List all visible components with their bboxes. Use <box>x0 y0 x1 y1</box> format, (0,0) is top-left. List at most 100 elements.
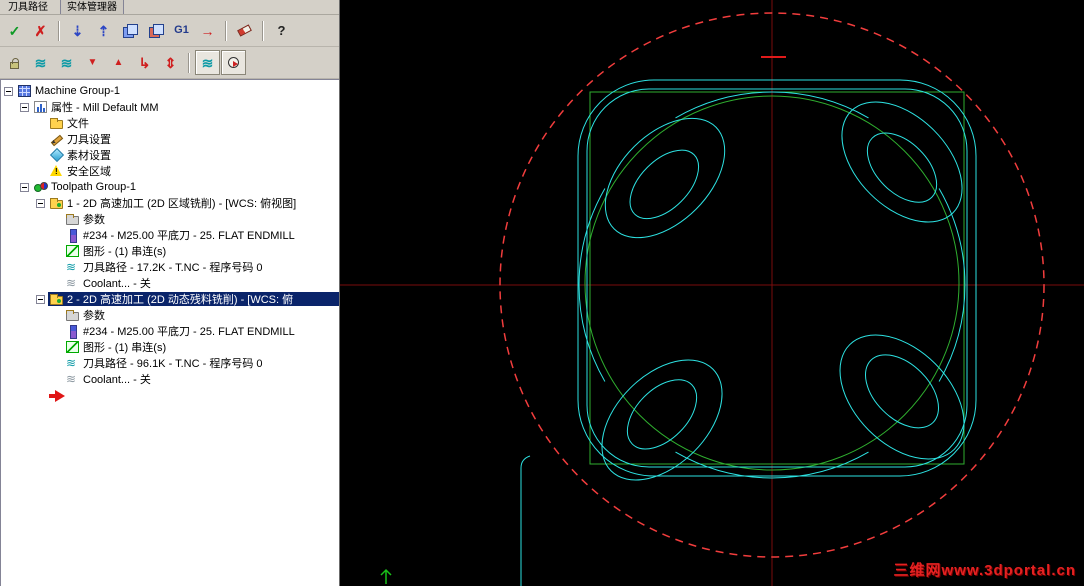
toolpath-icon <box>66 261 79 273</box>
properties-icon <box>34 101 47 113</box>
operations-toolbar: ✓ ✗ ⇣ ⇡ G1 → ? <box>0 15 339 47</box>
coolant-icon <box>66 277 79 289</box>
coolant-icon <box>66 373 79 385</box>
tree-item-toolpath-file-1[interactable]: 刀具路径 - 17.2K - T.NC - 程序号码 0 <box>1 259 339 275</box>
graphics-viewport[interactable]: 三维网www.3dportal.cn <box>340 0 1084 586</box>
tree-item-parameters-2[interactable]: 参数 <box>1 307 339 323</box>
move-insert-up-button[interactable]: ▲ <box>106 50 131 75</box>
collapse-box[interactable] <box>36 294 45 304</box>
collapse-box[interactable] <box>36 198 45 208</box>
collapse-box[interactable] <box>20 182 29 192</box>
manager-tabs: 刀具路径 实体管理器 <box>0 0 339 15</box>
backplot-icon <box>122 24 138 38</box>
operation-folder-icon <box>50 198 63 209</box>
insert-arrow[interactable] <box>49 390 339 402</box>
move-insert-down-button[interactable]: ▼ <box>80 50 105 75</box>
operations-tree: Machine Group-1 属性 - Mill Default MM 文件 … <box>0 79 339 586</box>
geometry-icon <box>66 341 79 353</box>
toolpath-waves-selected-icon: ≋ <box>60 54 73 71</box>
tree-item-operation-1[interactable]: 1 - 2D 高速加工 (2D 区域铣削) - [WCS: 俯视图] <box>1 195 339 211</box>
post-operations-button[interactable]: G1 <box>169 18 194 43</box>
application-window: 刀具路径 实体管理器 ✓ ✗ ⇣ ⇡ G1 → ? ≋ ≋ ▼ ▲ ↳ ⇕ ≋ … <box>0 0 1084 586</box>
toolpath-icon <box>66 357 79 369</box>
delete-eraser-icon <box>237 24 252 37</box>
lock-operations-button[interactable] <box>2 50 27 75</box>
watermark: 三维网www.3dportal.cn <box>893 562 1076 579</box>
parameters-icon <box>66 214 79 225</box>
tool-icon <box>66 229 79 243</box>
tool-icon <box>66 325 79 339</box>
tree-item-coolant-2[interactable]: Coolant... - 关 <box>1 371 339 387</box>
geometry-icon <box>66 245 79 257</box>
waves-boxed-icon: ≋ <box>201 54 214 71</box>
safety-zone-icon <box>50 165 63 177</box>
collapse-box[interactable] <box>20 102 29 112</box>
backplot-operations-button[interactable] <box>117 18 142 43</box>
collapse-box[interactable] <box>4 86 13 96</box>
regenerate-all-operations-button[interactable]: ⇡ <box>91 18 116 43</box>
scroll-insert-button[interactable]: ⇕ <box>158 50 183 75</box>
tree-item-parameters-1[interactable]: 参数 <box>1 211 339 227</box>
regenerate-selected-operations-button[interactable]: ⇣ <box>65 18 90 43</box>
check-icon: ✓ <box>8 22 21 39</box>
unselect-all-operations-button[interactable]: ✗ <box>28 18 53 43</box>
tree-item-properties[interactable]: 属性 - Mill Default MM <box>1 99 339 115</box>
tab-solids-manager-label: 实体管理器 <box>67 2 117 13</box>
tab-toolpaths[interactable]: 刀具路径 <box>2 0 54 14</box>
tree-item-toolpath-group[interactable]: Toolpath Group-1 <box>1 179 339 195</box>
tree-item-coolant-1[interactable]: Coolant... - 关 <box>1 275 339 291</box>
cross-icon: ✗ <box>34 22 47 39</box>
regenerate-all-icon: ⇡ <box>97 22 110 39</box>
tree-item-machine-group[interactable]: Machine Group-1 <box>1 83 339 99</box>
select-all-operations-button[interactable]: ✓ <box>2 18 27 43</box>
help-button[interactable]: ? <box>269 18 294 43</box>
tree-item-stock-setup[interactable]: 素材设置 <box>1 147 339 163</box>
toolpath-waves-icon: ≋ <box>34 54 47 71</box>
operation-folder-icon <box>50 294 63 305</box>
toggle-selected-display-button[interactable]: ≋ <box>54 50 79 75</box>
machine-group-icon <box>18 85 31 97</box>
move-insert-special-button[interactable]: ↳ <box>132 50 157 75</box>
tree-item-operation-2[interactable]: 2 - 2D 高速加工 (2D 动态残料铣削) - [WCS: 俯 <box>1 291 339 307</box>
tree-item-safety-zone[interactable]: 安全区域 <box>1 163 339 179</box>
circle-arrow-icon <box>228 57 239 68</box>
tool-settings-icon <box>50 133 63 145</box>
delete-operations-button[interactable] <box>232 18 257 43</box>
lock-icon <box>10 57 19 69</box>
tree-item-geometry-2[interactable]: 图形 - (1) 串连(s) <box>1 339 339 355</box>
up-down-arrow-icon: ⇕ <box>164 54 177 71</box>
folder-icon <box>50 118 63 129</box>
display-toolbar: ≋ ≋ ▼ ▲ ↳ ⇕ ≋ <box>0 47 339 79</box>
post-g1-icon: G1 <box>174 24 189 36</box>
verify-icon <box>148 24 164 38</box>
toolpath-drawing <box>340 0 1084 586</box>
insert-arrow-head <box>55 390 65 402</box>
verify-operations-button[interactable] <box>143 18 168 43</box>
highfeed-arrow-icon: → <box>200 22 215 39</box>
tree-item-tool-2[interactable]: #234 - M25.00 平底刀 - 25. FLAT ENDMILL <box>1 323 339 339</box>
toolbar-separator <box>225 20 227 41</box>
toolbar-separator <box>262 20 264 41</box>
stock-setup-icon <box>50 149 63 161</box>
highfeed-operations-button[interactable]: → <box>195 18 220 43</box>
tree-item-toolpath-file-2[interactable]: 刀具路径 - 96.1K - T.NC - 程序号码 0 <box>1 355 339 371</box>
tree-item-tool-1[interactable]: #234 - M25.00 平底刀 - 25. FLAT ENDMILL <box>1 227 339 243</box>
tree-item-tool-settings[interactable]: 刀具设置 <box>1 131 339 147</box>
toolpath-manager-panel: 刀具路径 实体管理器 ✓ ✗ ⇣ ⇡ G1 → ? ≋ ≋ ▼ ▲ ↳ ⇕ ≋ … <box>0 0 340 586</box>
triangle-up-icon: ▲ <box>113 56 124 68</box>
help-icon: ? <box>277 23 286 38</box>
simulate-options-button[interactable] <box>221 50 246 75</box>
toolbar-separator <box>188 52 190 73</box>
toolpath-group-icon <box>34 181 48 193</box>
triangle-down-icon: ▼ <box>87 56 98 68</box>
toolbar-separator <box>58 20 60 41</box>
bent-arrow-icon: ↳ <box>138 54 151 71</box>
tab-toolpaths-label: 刀具路径 <box>8 2 48 13</box>
tree-item-files[interactable]: 文件 <box>1 115 339 131</box>
tab-solids-manager[interactable]: 实体管理器 <box>60 0 124 14</box>
parameters-icon <box>66 310 79 321</box>
toggle-toolpath-display-button[interactable]: ≋ <box>28 50 53 75</box>
tree-item-geometry-1[interactable]: 图形 - (1) 串连(s) <box>1 243 339 259</box>
regenerate-selected-icon: ⇣ <box>71 22 84 39</box>
display-options-button[interactable]: ≋ <box>195 50 220 75</box>
